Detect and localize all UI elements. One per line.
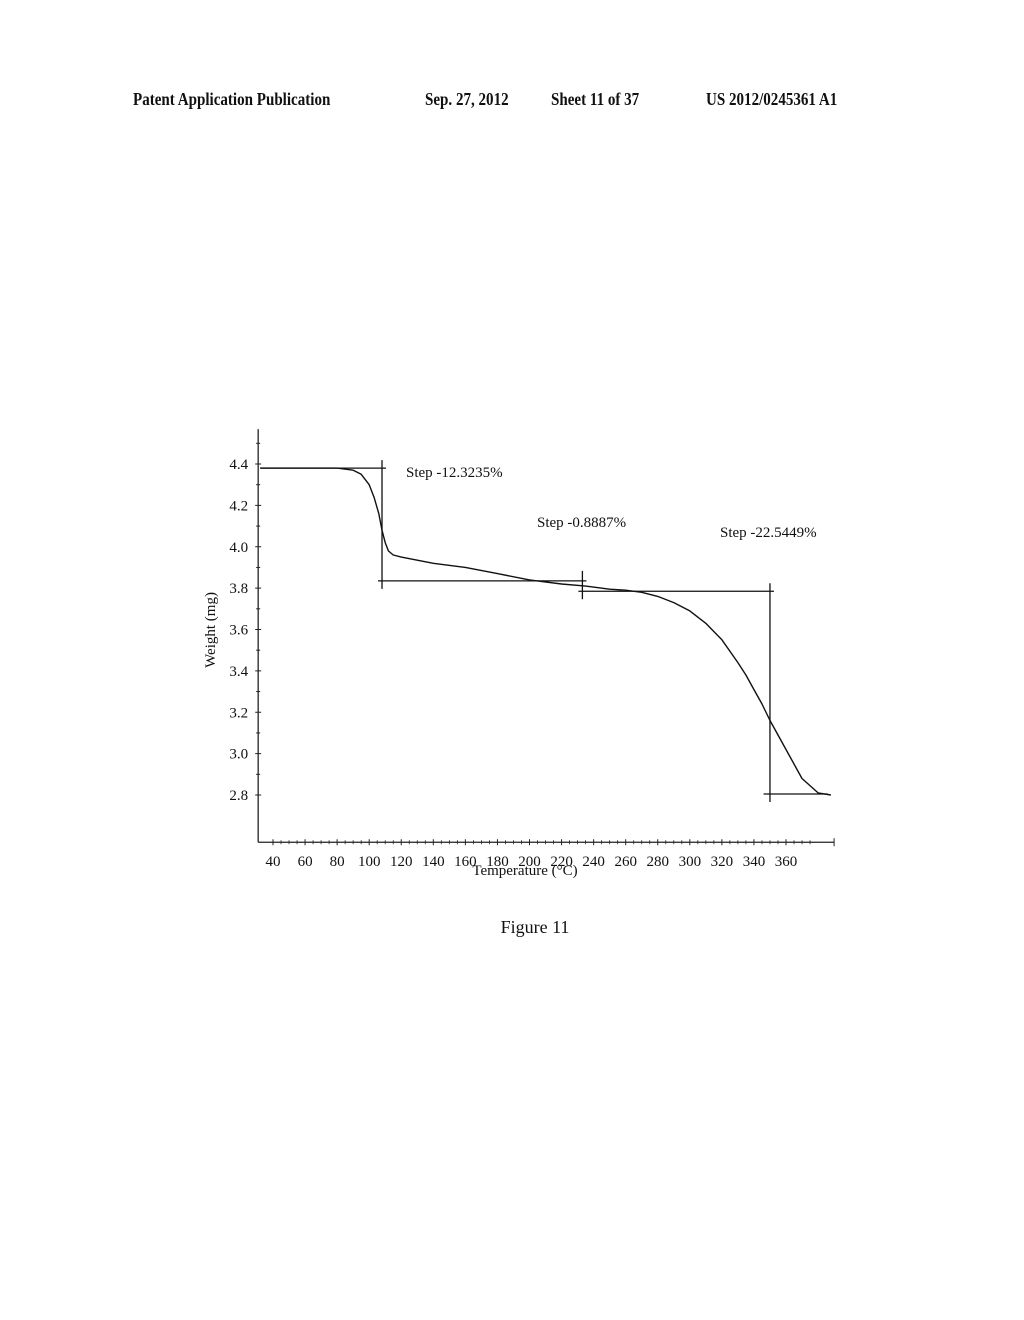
y-tick-label: 3.2: [229, 705, 248, 721]
tga-chart: Step -12.3235% Step -0.8887% Step -22.5449…: [203, 429, 835, 879]
tick-labels: 2.8 3.0 3.2 3.4 3.6 3.8 4.0 4.2 4.4 40 60 80 100 120 1…: [229, 457, 797, 870]
x-tick-label: 260: [614, 854, 637, 870]
step1-label: Step -12.3235%: [406, 465, 503, 481]
step-annotations: Step -12.3235% Step -0.8887% Step -22.5449…: [260, 460, 828, 802]
figure-caption: Figure 11: [500, 917, 570, 937]
x-tick-label: 100: [358, 854, 381, 870]
x-tick-label: 280: [647, 854, 670, 870]
y-tick-label: 3.4: [229, 664, 248, 680]
y-tick-label: 3.6: [229, 623, 248, 639]
axes: [255, 429, 835, 847]
x-tick-label: 360: [775, 854, 798, 870]
y-tick-label: 4.4: [229, 457, 248, 473]
step2-label: Step -0.8887%: [537, 515, 626, 531]
x-tick-label: 340: [743, 854, 766, 870]
y-tick-label: 4.2: [229, 498, 248, 514]
y-axis-title: Weight (mg): [203, 592, 219, 668]
y-tick-label: 3.8: [229, 581, 248, 597]
x-tick-label: 320: [711, 854, 734, 870]
x-tick-label: 40: [266, 854, 281, 870]
y-tick-label: 3.0: [229, 747, 248, 763]
x-tick-label: 140: [422, 854, 445, 870]
x-axis-title: Temperature (°C): [472, 863, 577, 879]
x-tick-label: 60: [298, 854, 313, 870]
y-tick-label: 2.8: [229, 788, 248, 804]
x-tick-label: 300: [679, 854, 702, 870]
x-tick-label: 120: [390, 854, 413, 870]
step3-label: Step -22.5449%: [720, 525, 817, 541]
x-tick-label: 80: [330, 854, 345, 870]
y-tick-label: 4.0: [229, 540, 248, 556]
x-tick-label: 240: [582, 854, 605, 870]
